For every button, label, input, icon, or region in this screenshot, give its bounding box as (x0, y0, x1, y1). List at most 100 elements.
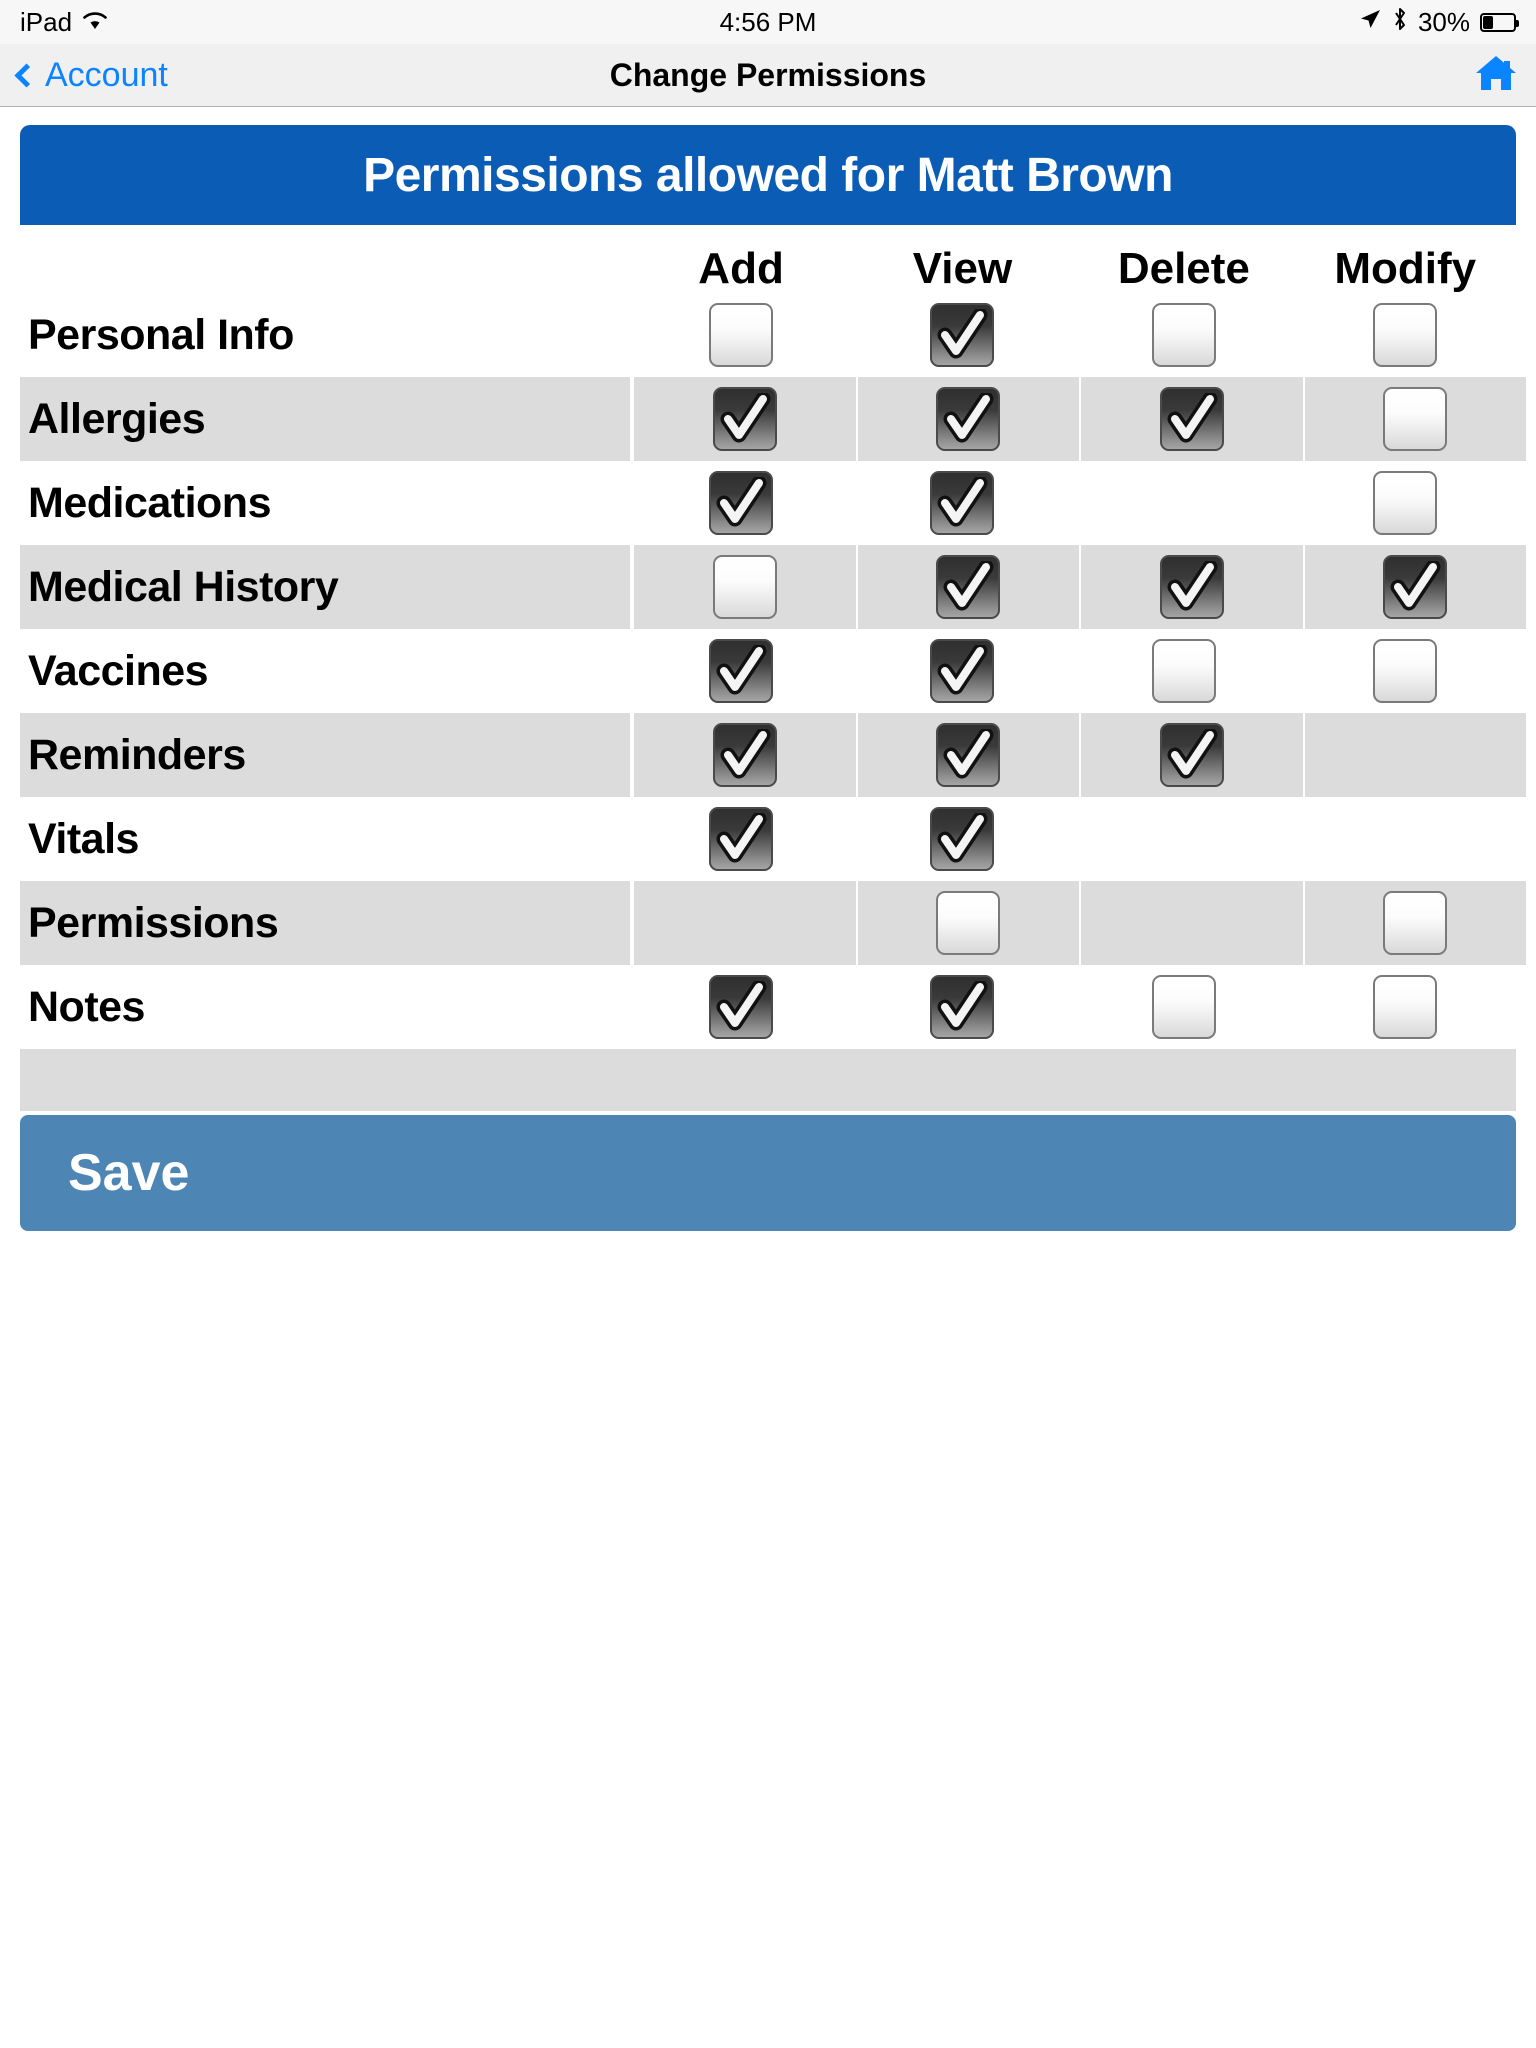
table-row: Vaccines (20, 629, 1516, 713)
checkbox-modify-personal-info[interactable] (1373, 303, 1438, 367)
row-label-vaccines: Vaccines (28, 646, 209, 695)
home-icon (1474, 52, 1518, 99)
column-header-delete: Delete (1117, 244, 1250, 293)
back-button[interactable]: Account (14, 55, 168, 95)
home-button[interactable] (1474, 52, 1518, 99)
cell-add (630, 293, 851, 377)
save-button-label: Save (68, 1144, 190, 1202)
table-row: Allergies (20, 377, 1526, 461)
cell-delete (1081, 881, 1303, 965)
table-row: Personal Info (20, 293, 1516, 377)
table-row: Notes (20, 965, 1516, 1049)
battery-icon (1480, 12, 1519, 32)
battery-percent-label: 30% (1417, 6, 1470, 37)
banner-container: Permissions allowed for Matt Brown (0, 107, 1536, 225)
checkbox-delete-medical-history[interactable] (1159, 555, 1224, 619)
cell-view (857, 881, 1080, 965)
checkbox-view-medical-history[interactable] (936, 555, 1001, 619)
table-column-headers: Add View Delete Modify (20, 225, 1516, 293)
checkbox-add-notes[interactable] (709, 975, 774, 1039)
checkbox-modify-allergies[interactable] (1383, 387, 1448, 451)
checkbox-add-vitals[interactable] (709, 807, 774, 871)
cell-delete (1073, 965, 1294, 1049)
cell-add (634, 545, 856, 629)
table-row: Permissions (20, 881, 1526, 965)
permissions-table: Add View Delete Modify Personal Info Alle… (20, 225, 1526, 1049)
cell-view (857, 545, 1080, 629)
checkbox-modify-notes[interactable] (1373, 975, 1438, 1039)
row-label-permissions: Permissions (20, 881, 631, 965)
checkbox-view-reminders[interactable] (936, 723, 1001, 787)
checkbox-view-notes[interactable] (930, 975, 995, 1039)
permissions-banner: Permissions allowed for Matt Brown (20, 125, 1516, 225)
status-bar-time: 4:56 PM (719, 6, 817, 37)
save-button-container: Save (0, 1111, 1536, 1231)
checkbox-add-medications[interactable] (709, 471, 774, 535)
cell-delete (1073, 629, 1294, 713)
checkbox-view-vitals[interactable] (930, 807, 995, 871)
cell-modify (1304, 881, 1526, 965)
row-label-medications: Medications (28, 478, 272, 527)
back-button-label: Account (45, 55, 168, 94)
column-header-add: Add (698, 244, 784, 293)
location-arrow-icon (1358, 7, 1382, 38)
page-title: Change Permissions (609, 56, 927, 93)
cell-modify (1304, 377, 1526, 461)
cell-add (630, 797, 851, 881)
checkbox-modify-vaccines[interactable] (1373, 639, 1438, 703)
table-rows-container: Personal Info Allergies Medications Medical… (20, 293, 1526, 1049)
checkbox-view-medications[interactable] (930, 471, 995, 535)
checkbox-add-vaccines[interactable] (709, 639, 774, 703)
checkbox-add-reminders[interactable] (713, 723, 778, 787)
cell-add (630, 629, 851, 713)
cell-modify (1295, 293, 1516, 377)
cell-delete (1073, 797, 1294, 881)
checkbox-view-allergies[interactable] (936, 387, 1001, 451)
table-row: Medications (20, 461, 1516, 545)
cell-modify (1295, 629, 1516, 713)
cell-view (852, 293, 1073, 377)
cell-view (852, 629, 1073, 713)
checkbox-delete-vaccines[interactable] (1151, 639, 1216, 703)
checkbox-add-personal-info[interactable] (709, 303, 774, 367)
status-bar-right: 30% (1358, 6, 1519, 39)
checkbox-delete-allergies[interactable] (1159, 387, 1224, 451)
table-row: Medical History (20, 545, 1526, 629)
cell-view (857, 713, 1080, 797)
checkbox-view-personal-info[interactable] (930, 303, 995, 367)
checkbox-modify-permissions[interactable] (1383, 891, 1448, 955)
cell-add (630, 461, 851, 545)
row-label-reminders: Reminders (20, 713, 631, 797)
bluetooth-icon (1392, 6, 1408, 39)
cell-view (852, 965, 1073, 1049)
table-row: Reminders (20, 713, 1526, 797)
checkbox-delete-notes[interactable] (1151, 975, 1216, 1039)
cell-delete (1073, 461, 1294, 545)
table-row: Vitals (20, 797, 1516, 881)
checkbox-add-allergies[interactable] (713, 387, 778, 451)
row-label-medical-history: Medical History (20, 545, 631, 629)
checkbox-modify-medical-history[interactable] (1383, 555, 1448, 619)
cell-modify (1295, 965, 1516, 1049)
cell-modify (1304, 545, 1526, 629)
cell-view (852, 461, 1073, 545)
navigation-bar: Account Change Permissions (0, 44, 1536, 107)
row-label-vitals: Vitals (28, 814, 139, 863)
cell-delete (1073, 293, 1294, 377)
cell-view (852, 797, 1073, 881)
cell-view (857, 377, 1080, 461)
save-button[interactable]: Save (20, 1115, 1516, 1231)
checkbox-delete-personal-info[interactable] (1151, 303, 1216, 367)
checkbox-delete-reminders[interactable] (1159, 723, 1224, 787)
table-filler-row (20, 1049, 1516, 1111)
cell-add (634, 377, 856, 461)
banner-title: Permissions allowed for Matt Brown (363, 148, 1173, 202)
column-header-modify: Modify (1334, 244, 1477, 293)
cell-add (634, 881, 856, 965)
checkbox-add-medical-history[interactable] (713, 555, 778, 619)
cell-modify (1295, 797, 1516, 881)
checkbox-view-permissions[interactable] (936, 891, 1001, 955)
cell-delete (1081, 377, 1303, 461)
checkbox-view-vaccines[interactable] (930, 639, 995, 703)
checkbox-modify-medications[interactable] (1373, 471, 1438, 535)
